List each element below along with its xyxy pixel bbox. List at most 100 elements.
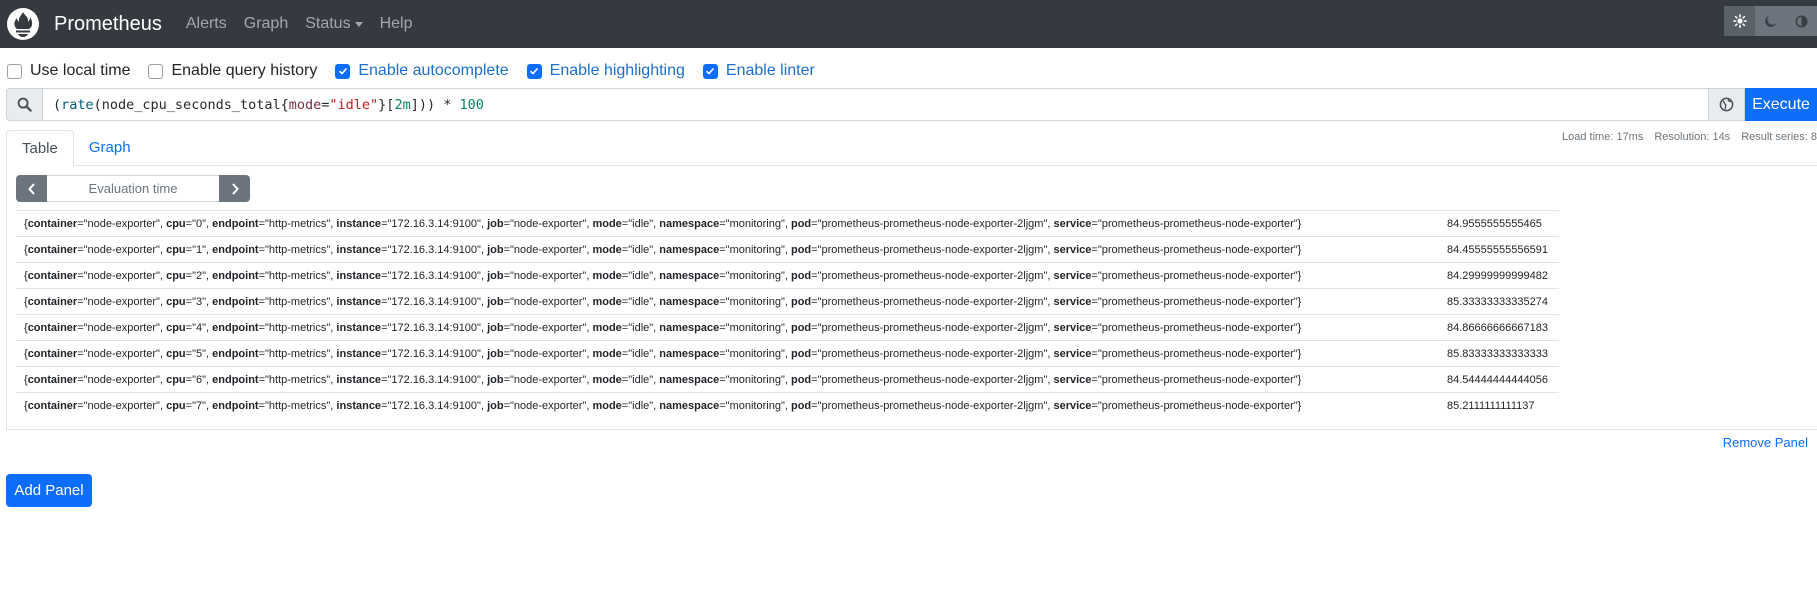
label-value-instance: 172.16.3.14:9100 [391, 347, 478, 360]
execute-button[interactable]: Execute [1745, 88, 1817, 121]
label-value-endpoint: http-metrics [268, 321, 327, 334]
label-value-service: prometheus-prometheus-node-exporter [1101, 243, 1294, 256]
series-labels: {container="node-exporter", cpu="6", end… [24, 373, 1302, 386]
label-value-service: prometheus-prometheus-node-exporter [1101, 321, 1294, 334]
nav-graph[interactable]: Graph [244, 15, 288, 33]
option-query-history[interactable]: Enable query history [148, 62, 317, 80]
option-linter[interactable]: Enable linter [702, 62, 815, 80]
query-token: ])) * [410, 96, 460, 113]
label-value-pod: prometheus-prometheus-node-exporter-2ljg… [821, 295, 1044, 308]
label-value-mode: idle [632, 347, 650, 360]
query-stats: Load time: 17ms Resolution: 14s Result s… [1551, 131, 1817, 143]
option-label: Enable autocomplete [358, 62, 509, 79]
series-value: 84.45555555556591 [1447, 243, 1548, 256]
label-value-endpoint: http-metrics [268, 269, 327, 282]
metrics-explorer-button[interactable] [1709, 88, 1745, 121]
brand-title[interactable]: Prometheus [54, 13, 162, 36]
label-value-pod: prometheus-prometheus-node-exporter-2ljg… [821, 347, 1044, 360]
table-row: {container="node-exporter", cpu="2", end… [16, 262, 1559, 288]
query-token: ( [53, 96, 62, 113]
checkbox[interactable] [148, 63, 164, 79]
dark-theme-button[interactable] [1755, 6, 1786, 36]
label-value-namespace: monitoring [729, 243, 781, 256]
label-value-namespace: monitoring [729, 373, 781, 386]
label-value-service: prometheus-prometheus-node-exporter [1101, 269, 1294, 282]
evaluation-time-control: Evaluation time [16, 175, 250, 202]
series-labels: {container="node-exporter", cpu="3", end… [24, 295, 1302, 308]
table-row: {container="node-exporter", cpu="7", end… [16, 392, 1559, 418]
option-use-local-time[interactable]: Use local time [7, 62, 130, 80]
series-value: 84.9555555555465 [1447, 217, 1542, 230]
chevron-right-icon [231, 182, 239, 195]
option-highlighting[interactable]: Enable highlighting [526, 62, 685, 80]
result-series: Result series: 8 [1741, 131, 1817, 143]
table-row: {container="node-exporter", cpu="6", end… [16, 366, 1559, 392]
label-value-pod: prometheus-prometheus-node-exporter-2ljg… [821, 243, 1044, 256]
label-value-endpoint: http-metrics [268, 373, 327, 386]
label-value-service: prometheus-prometheus-node-exporter [1101, 347, 1294, 360]
sun-icon [1732, 14, 1747, 28]
label-value-job: node-exporter [513, 243, 583, 256]
eval-next-button[interactable] [219, 175, 250, 202]
remove-panel-link[interactable]: Remove Panel [1723, 435, 1808, 450]
series-value: 84.54444444444056 [1447, 373, 1548, 386]
check-icon [706, 67, 715, 75]
checkbox-checked[interactable] [526, 63, 542, 79]
label-value-namespace: monitoring [729, 321, 781, 334]
label-value-mode: idle [632, 217, 650, 230]
check-icon [338, 67, 347, 75]
checkbox[interactable] [7, 63, 22, 79]
nav-help[interactable]: Help [380, 15, 413, 33]
label-value-cpu: 3 [195, 295, 203, 308]
series-labels: {container="node-exporter", cpu="5", end… [24, 347, 1302, 360]
prometheus-logo-icon[interactable] [6, 7, 40, 41]
label-value-endpoint: http-metrics [268, 399, 327, 412]
label-value-container: node-exporter [87, 269, 157, 282]
eval-prev-button[interactable] [16, 175, 47, 202]
table-row: {container="node-exporter", cpu="1", end… [16, 236, 1559, 262]
label-value-mode: idle [632, 373, 650, 386]
table-row: {container="node-exporter", cpu="0", end… [16, 210, 1559, 236]
label-value-cpu: 6 [195, 373, 203, 386]
light-theme-button[interactable] [1724, 6, 1755, 36]
series-value: 84.86666666667183 [1447, 321, 1548, 334]
label-value-service: prometheus-prometheus-node-exporter [1101, 295, 1294, 308]
query-token: 100 [459, 96, 484, 113]
checkbox-checked[interactable] [335, 63, 351, 79]
label-value-endpoint: http-metrics [268, 347, 327, 360]
option-label: Enable highlighting [549, 62, 685, 79]
options-row: Use local time Enable query history Enab… [7, 62, 833, 80]
results-table: {container="node-exporter", cpu="0", end… [16, 210, 1559, 418]
label-value-pod: prometheus-prometheus-node-exporter-2ljg… [821, 217, 1044, 230]
auto-theme-button[interactable] [1786, 6, 1817, 36]
nav-status-dropdown[interactable]: Status [305, 15, 363, 33]
series-value: 84.29999999999482 [1447, 269, 1548, 282]
label-value-namespace: monitoring [729, 269, 781, 282]
table-panel: Evaluation time {container="node-exporte… [6, 165, 1817, 430]
chevron-left-icon [27, 182, 35, 195]
label-value-pod: prometheus-prometheus-node-exporter-2ljg… [821, 321, 1044, 334]
query-token: (node_cpu_seconds_total{ [93, 96, 289, 113]
label-value-cpu: 7 [195, 399, 203, 412]
query-token: rate [61, 96, 94, 113]
label-value-namespace: monitoring [729, 295, 781, 308]
label-value-mode: idle [632, 399, 650, 412]
tab-graph[interactable]: Graph [74, 130, 146, 165]
tab-table[interactable]: Table [6, 130, 74, 166]
label-value-container: node-exporter [87, 217, 157, 230]
query-token: = [321, 96, 330, 113]
label-value-pod: prometheus-prometheus-node-exporter-2ljg… [821, 399, 1044, 412]
checkbox-checked[interactable] [702, 63, 718, 79]
search-icon [6, 88, 42, 121]
query-token: mode [288, 96, 322, 113]
label-value-job: node-exporter [513, 217, 583, 230]
nav-alerts[interactable]: Alerts [186, 15, 227, 33]
label-value-service: prometheus-prometheus-node-exporter [1101, 399, 1294, 412]
label-value-mode: idle [632, 269, 650, 282]
evaluation-time-input[interactable]: Evaluation time [47, 175, 219, 202]
option-autocomplete[interactable]: Enable autocomplete [335, 62, 509, 80]
label-value-namespace: monitoring [729, 347, 781, 360]
add-panel-button[interactable]: Add Panel [6, 474, 92, 507]
series-value: 85.2111111111137 [1447, 399, 1535, 412]
query-input[interactable]: (rate (node_cpu_seconds_total{mode = "idle"… [42, 88, 1709, 121]
